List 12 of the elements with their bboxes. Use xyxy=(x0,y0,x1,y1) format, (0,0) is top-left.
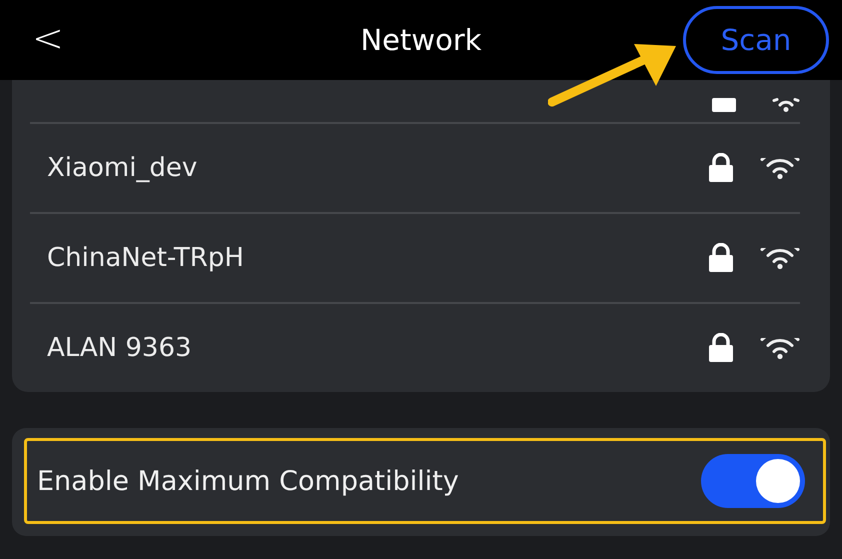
setting-label: Enable Maximum Compatibility xyxy=(37,466,460,496)
network-name[interactable]: Xiaomi_dev xyxy=(47,153,708,183)
wifi-icon xyxy=(760,338,800,358)
back-button[interactable]: < xyxy=(26,16,70,60)
wifi-icon xyxy=(760,158,800,178)
network-name[interactable]: ALAN 9363 xyxy=(47,333,708,363)
wifi-icon xyxy=(772,98,800,112)
window-title: Network xyxy=(360,23,482,57)
toggle-switch[interactable] xyxy=(701,454,805,508)
scan-button[interactable]: Scan xyxy=(683,6,829,74)
wifi-icon xyxy=(760,248,800,268)
network-name[interactable]: ChinaNet-TRpH xyxy=(47,243,708,273)
